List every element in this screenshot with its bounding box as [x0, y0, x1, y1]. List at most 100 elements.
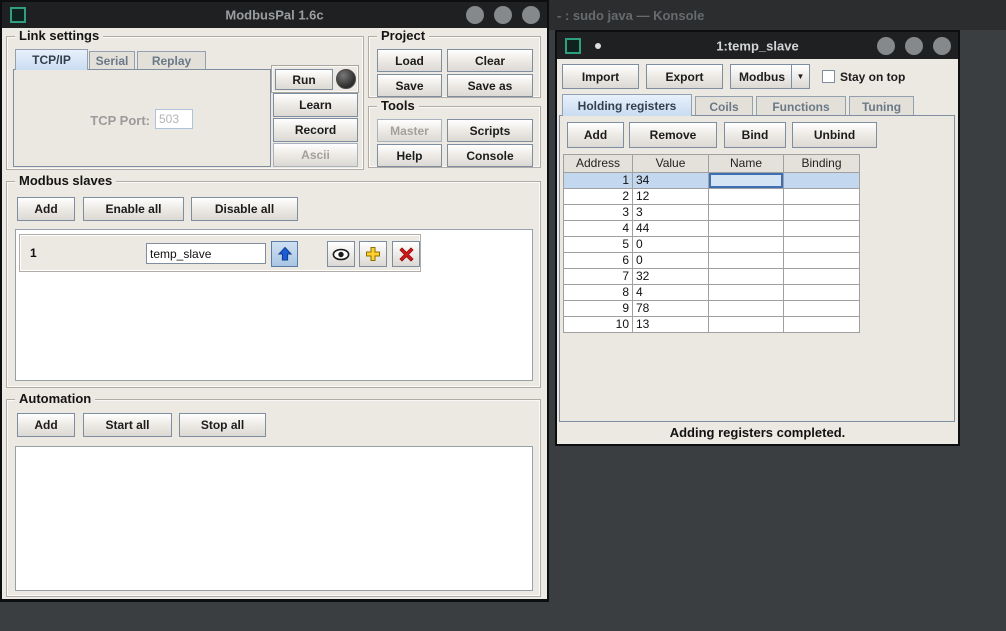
- cell-binding[interactable]: [784, 285, 860, 301]
- cell-binding[interactable]: [784, 301, 860, 317]
- console-button[interactable]: Console: [447, 144, 533, 167]
- run-button[interactable]: Run: [275, 69, 333, 90]
- cell-binding[interactable]: [784, 317, 860, 333]
- cell-value[interactable]: 78: [633, 301, 709, 317]
- cell-address[interactable]: 10: [564, 317, 633, 333]
- maximize-button[interactable]: [905, 37, 923, 55]
- cell-address[interactable]: 4: [564, 221, 633, 237]
- cell-address[interactable]: 5: [564, 237, 633, 253]
- implementation-combo[interactable]: Modbus ▼: [730, 64, 810, 89]
- cell-binding[interactable]: [784, 173, 860, 189]
- column-header-binding[interactable]: Binding: [784, 155, 860, 173]
- import-button[interactable]: Import: [562, 64, 639, 89]
- stay-on-top-checkbox[interactable]: [822, 70, 835, 83]
- cell-binding[interactable]: [784, 237, 860, 253]
- maximize-button[interactable]: [494, 6, 512, 24]
- open-slave-window-button[interactable]: [271, 241, 298, 267]
- cell-address[interactable]: 7: [564, 269, 633, 285]
- add-register-button[interactable]: Add: [567, 122, 624, 148]
- cell-value[interactable]: 0: [633, 237, 709, 253]
- cell-name[interactable]: [709, 253, 784, 269]
- cell-value[interactable]: 32: [633, 269, 709, 285]
- help-button[interactable]: Help: [377, 144, 442, 167]
- cell-name[interactable]: [709, 269, 784, 285]
- cell-address[interactable]: 9: [564, 301, 633, 317]
- register-row[interactable]: 5 0: [564, 237, 860, 253]
- slave-titlebar[interactable]: 1:temp_slave: [557, 32, 958, 59]
- tab-functions[interactable]: Functions: [756, 96, 846, 116]
- disable-all-button[interactable]: Disable all: [191, 197, 298, 221]
- tab-tuning[interactable]: Tuning: [849, 96, 914, 116]
- group-title-project: Project: [377, 28, 429, 44]
- register-row[interactable]: 2 12: [564, 189, 860, 205]
- cell-value[interactable]: 0: [633, 253, 709, 269]
- register-row[interactable]: 1 34: [564, 173, 860, 189]
- tab-serial[interactable]: Serial: [89, 51, 135, 69]
- cell-address[interactable]: 8: [564, 285, 633, 301]
- tab-tcpip[interactable]: TCP/IP: [15, 49, 88, 70]
- cell-value[interactable]: 44: [633, 221, 709, 237]
- save-as-button[interactable]: Save as: [447, 74, 533, 97]
- record-button[interactable]: Record: [273, 118, 358, 142]
- register-row[interactable]: 9 78: [564, 301, 860, 317]
- minimize-button[interactable]: [877, 37, 895, 55]
- register-row[interactable]: 6 0: [564, 253, 860, 269]
- cell-name[interactable]: [709, 221, 784, 237]
- cell-address[interactable]: 3: [564, 205, 633, 221]
- cell-name[interactable]: [709, 317, 784, 333]
- tab-holding-registers[interactable]: Holding registers: [562, 94, 692, 116]
- close-button[interactable]: [522, 6, 540, 24]
- enable-all-button[interactable]: Enable all: [83, 197, 184, 221]
- add-automation-button[interactable]: Add: [17, 413, 75, 437]
- cell-name[interactable]: [709, 205, 784, 221]
- cell-name[interactable]: [709, 173, 784, 189]
- save-button[interactable]: Save: [377, 74, 442, 97]
- cell-value[interactable]: 12: [633, 189, 709, 205]
- export-button[interactable]: Export: [646, 64, 723, 89]
- register-row[interactable]: 7 32: [564, 269, 860, 285]
- cell-name[interactable]: [709, 285, 784, 301]
- column-header-name[interactable]: Name: [709, 155, 784, 173]
- tcpip-tab-panel: TCP Port:: [13, 69, 271, 167]
- cell-name[interactable]: [709, 189, 784, 205]
- register-row[interactable]: 3 3: [564, 205, 860, 221]
- register-row[interactable]: 10 13: [564, 317, 860, 333]
- column-header-value[interactable]: Value: [633, 155, 709, 173]
- cell-value[interactable]: 34: [633, 173, 709, 189]
- cell-value[interactable]: 3: [633, 205, 709, 221]
- tab-coils[interactable]: Coils: [695, 96, 753, 116]
- cell-value[interactable]: 4: [633, 285, 709, 301]
- cell-address[interactable]: 6: [564, 253, 633, 269]
- scripts-button[interactable]: Scripts: [447, 119, 533, 142]
- close-button[interactable]: [933, 37, 951, 55]
- cell-binding[interactable]: [784, 221, 860, 237]
- stop-all-button[interactable]: Stop all: [179, 413, 266, 437]
- delete-slave-button[interactable]: [392, 241, 420, 267]
- clear-button[interactable]: Clear: [447, 49, 533, 72]
- unbind-button[interactable]: Unbind: [792, 122, 877, 148]
- toggle-slave-visibility-button[interactable]: [327, 241, 355, 267]
- cell-name[interactable]: [709, 301, 784, 317]
- cell-binding[interactable]: [784, 269, 860, 285]
- column-header-address[interactable]: Address: [564, 155, 633, 173]
- load-button[interactable]: Load: [377, 49, 442, 72]
- add-slave-button[interactable]: Add: [17, 197, 75, 221]
- cell-binding[interactable]: [784, 253, 860, 269]
- cell-binding[interactable]: [784, 205, 860, 221]
- modbuspal-titlebar[interactable]: ModbusPal 1.6c: [2, 2, 547, 28]
- start-all-button[interactable]: Start all: [83, 413, 172, 437]
- learn-button[interactable]: Learn: [273, 93, 358, 117]
- cell-binding[interactable]: [784, 189, 860, 205]
- cell-address[interactable]: 1: [564, 173, 633, 189]
- cell-value[interactable]: 13: [633, 317, 709, 333]
- cell-address[interactable]: 2: [564, 189, 633, 205]
- tab-replay[interactable]: Replay: [137, 51, 206, 69]
- slave-name-input[interactable]: [146, 243, 266, 264]
- bind-button[interactable]: Bind: [724, 122, 786, 148]
- remove-register-button[interactable]: Remove: [629, 122, 717, 148]
- register-row[interactable]: 4 44: [564, 221, 860, 237]
- register-row[interactable]: 8 4: [564, 285, 860, 301]
- cell-name[interactable]: [709, 237, 784, 253]
- add-slave-function-button[interactable]: [359, 241, 387, 267]
- minimize-button[interactable]: [466, 6, 484, 24]
